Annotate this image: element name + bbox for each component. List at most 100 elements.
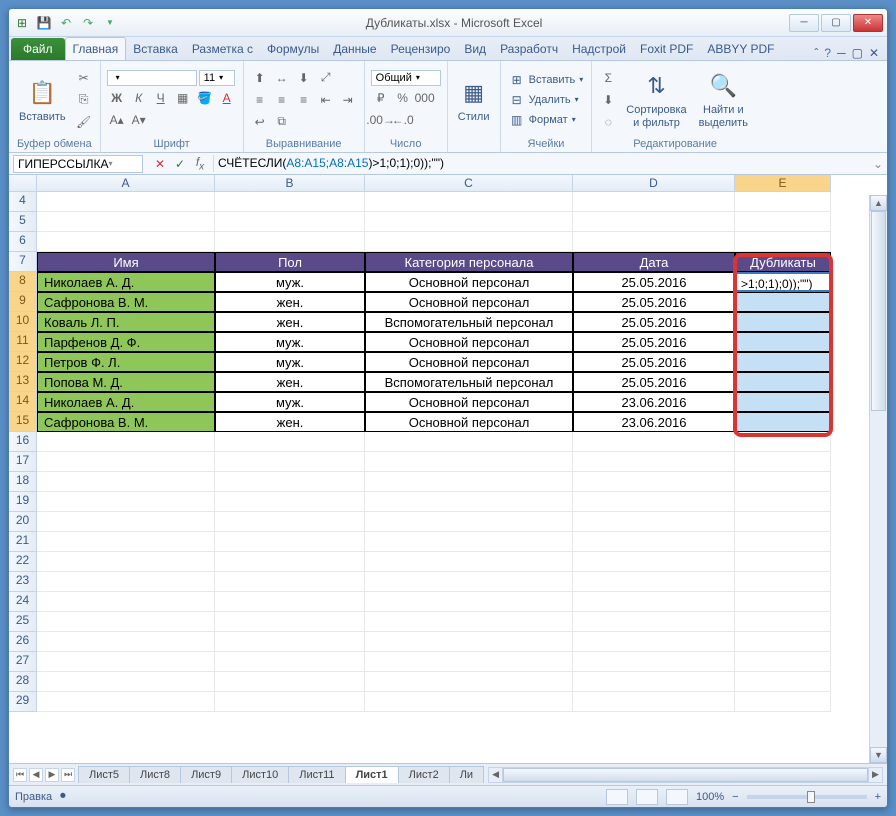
cell[interactable] [215, 192, 365, 212]
doc-close-icon[interactable]: ✕ [869, 46, 879, 60]
cells-insert[interactable]: ⊞Вставить▾ [507, 71, 586, 89]
cell-name[interactable]: Николаев А. Д. [37, 272, 215, 292]
grow-font-icon[interactable]: A▴ [107, 110, 127, 130]
cell[interactable] [215, 652, 365, 672]
sheet-nav-last-icon[interactable]: ⏭ [61, 768, 75, 782]
cell[interactable] [37, 552, 215, 572]
row-header[interactable]: 25 [9, 612, 37, 632]
cell-duplicates-selected[interactable] [735, 352, 831, 372]
cell[interactable] [573, 612, 735, 632]
row-header[interactable]: 19 [9, 492, 37, 512]
row-header[interactable]: 17 [9, 452, 37, 472]
cell[interactable] [573, 652, 735, 672]
tab-data[interactable]: Данные [326, 38, 383, 60]
cell[interactable] [215, 632, 365, 652]
ribbon-minimize-icon[interactable]: ˆ [814, 46, 818, 60]
cell[interactable] [573, 192, 735, 212]
cell[interactable] [735, 512, 831, 532]
cell[interactable] [573, 532, 735, 552]
row-header[interactable]: 15 [9, 412, 37, 432]
vertical-scrollbar[interactable]: ▲ ▼ [869, 195, 887, 763]
cell[interactable] [37, 572, 215, 592]
cell[interactable] [215, 692, 365, 712]
active-cell-editing[interactable]: >1;0;1);0));"") [735, 272, 831, 292]
cell[interactable] [365, 512, 573, 532]
cell[interactable] [37, 452, 215, 472]
sheet-tab[interactable]: Лист10 [231, 766, 289, 783]
cell[interactable] [215, 212, 365, 232]
cell[interactable] [365, 672, 573, 692]
cell-date[interactable]: 23.06.2016 [573, 392, 735, 412]
row-header[interactable]: 24 [9, 592, 37, 612]
border-icon[interactable]: ▦ [173, 88, 193, 108]
cell[interactable] [37, 632, 215, 652]
number-format-combo[interactable]: Общий▾ [371, 70, 441, 86]
table-header-E[interactable]: Дубликаты [735, 252, 831, 272]
sheet-tab[interactable]: Лист11 [288, 766, 345, 783]
doc-min-icon[interactable]: ─ [837, 46, 846, 60]
help-icon[interactable]: ? [824, 46, 831, 60]
cell-date[interactable]: 25.05.2016 [573, 312, 735, 332]
cell[interactable] [215, 472, 365, 492]
cell[interactable] [37, 692, 215, 712]
clear-icon[interactable]: ◌ [598, 112, 618, 132]
cell-date[interactable]: 25.05.2016 [573, 372, 735, 392]
name-box[interactable]: ГИПЕРССЫЛКА ▾ [13, 155, 143, 173]
cell-gender[interactable]: муж. [215, 272, 365, 292]
styles-button[interactable]: ▦ Стили [454, 75, 494, 125]
font-size-combo[interactable]: 11▾ [199, 70, 235, 86]
cell-duplicates-selected[interactable] [735, 392, 831, 412]
cell[interactable] [735, 692, 831, 712]
cell[interactable] [215, 612, 365, 632]
cell-name[interactable]: Коваль Л. П. [37, 312, 215, 332]
row-header[interactable]: 18 [9, 472, 37, 492]
cell[interactable] [573, 592, 735, 612]
align-middle-icon[interactable]: ↔ [272, 68, 292, 88]
cell-category[interactable]: Основной персонал [365, 392, 573, 412]
cell-category[interactable]: Вспомогательный персонал [365, 312, 573, 332]
hscroll-right-icon[interactable]: ▶ [868, 768, 882, 782]
inc-decimal-icon[interactable]: .00→ [371, 110, 391, 130]
cell[interactable] [37, 592, 215, 612]
cell[interactable] [365, 572, 573, 592]
row-header[interactable]: 12 [9, 352, 37, 372]
row-header[interactable]: 9 [9, 292, 37, 312]
row-header[interactable]: 5 [9, 212, 37, 232]
cell[interactable] [735, 552, 831, 572]
cells-format[interactable]: ▥Формат▾ [507, 111, 586, 129]
cell[interactable] [365, 532, 573, 552]
cell[interactable] [735, 612, 831, 632]
align-bottom-icon[interactable]: ⬇ [294, 68, 314, 88]
formatpainter-icon[interactable]: 🖌 [74, 112, 94, 132]
row-header[interactable]: 13 [9, 372, 37, 392]
cell[interactable] [573, 512, 735, 532]
minimize-button[interactable]: ─ [789, 14, 819, 32]
col-header-C[interactable]: C [365, 175, 573, 192]
cell[interactable] [735, 472, 831, 492]
scroll-down-icon[interactable]: ▼ [870, 747, 887, 763]
cell[interactable] [215, 492, 365, 512]
sheet-tab[interactable]: Лист9 [180, 766, 232, 783]
tab-pagelayout[interactable]: Разметка с [185, 38, 260, 60]
shrink-font-icon[interactable]: A▾ [129, 110, 149, 130]
cell[interactable] [735, 452, 831, 472]
row-header[interactable]: 14 [9, 392, 37, 412]
row-header[interactable]: 23 [9, 572, 37, 592]
cell[interactable] [37, 232, 215, 252]
bold-icon[interactable]: Ж [107, 88, 127, 108]
cell-date[interactable]: 23.06.2016 [573, 412, 735, 432]
cell[interactable] [215, 552, 365, 572]
formula-enter-icon[interactable]: ✓ [171, 155, 189, 173]
align-left-icon[interactable]: ≡ [250, 90, 270, 110]
cell[interactable] [215, 232, 365, 252]
redo-icon[interactable]: ↷ [79, 14, 97, 32]
row-header[interactable]: 7 [9, 252, 37, 272]
cell[interactable] [365, 432, 573, 452]
cell-date[interactable]: 25.05.2016 [573, 292, 735, 312]
align-center-icon[interactable]: ≡ [272, 90, 292, 110]
underline-icon[interactable]: Ч [151, 88, 171, 108]
row-header[interactable]: 6 [9, 232, 37, 252]
namebox-dropdown-icon[interactable]: ▾ [108, 159, 138, 168]
row-header[interactable]: 26 [9, 632, 37, 652]
maximize-button[interactable]: ▢ [821, 14, 851, 32]
